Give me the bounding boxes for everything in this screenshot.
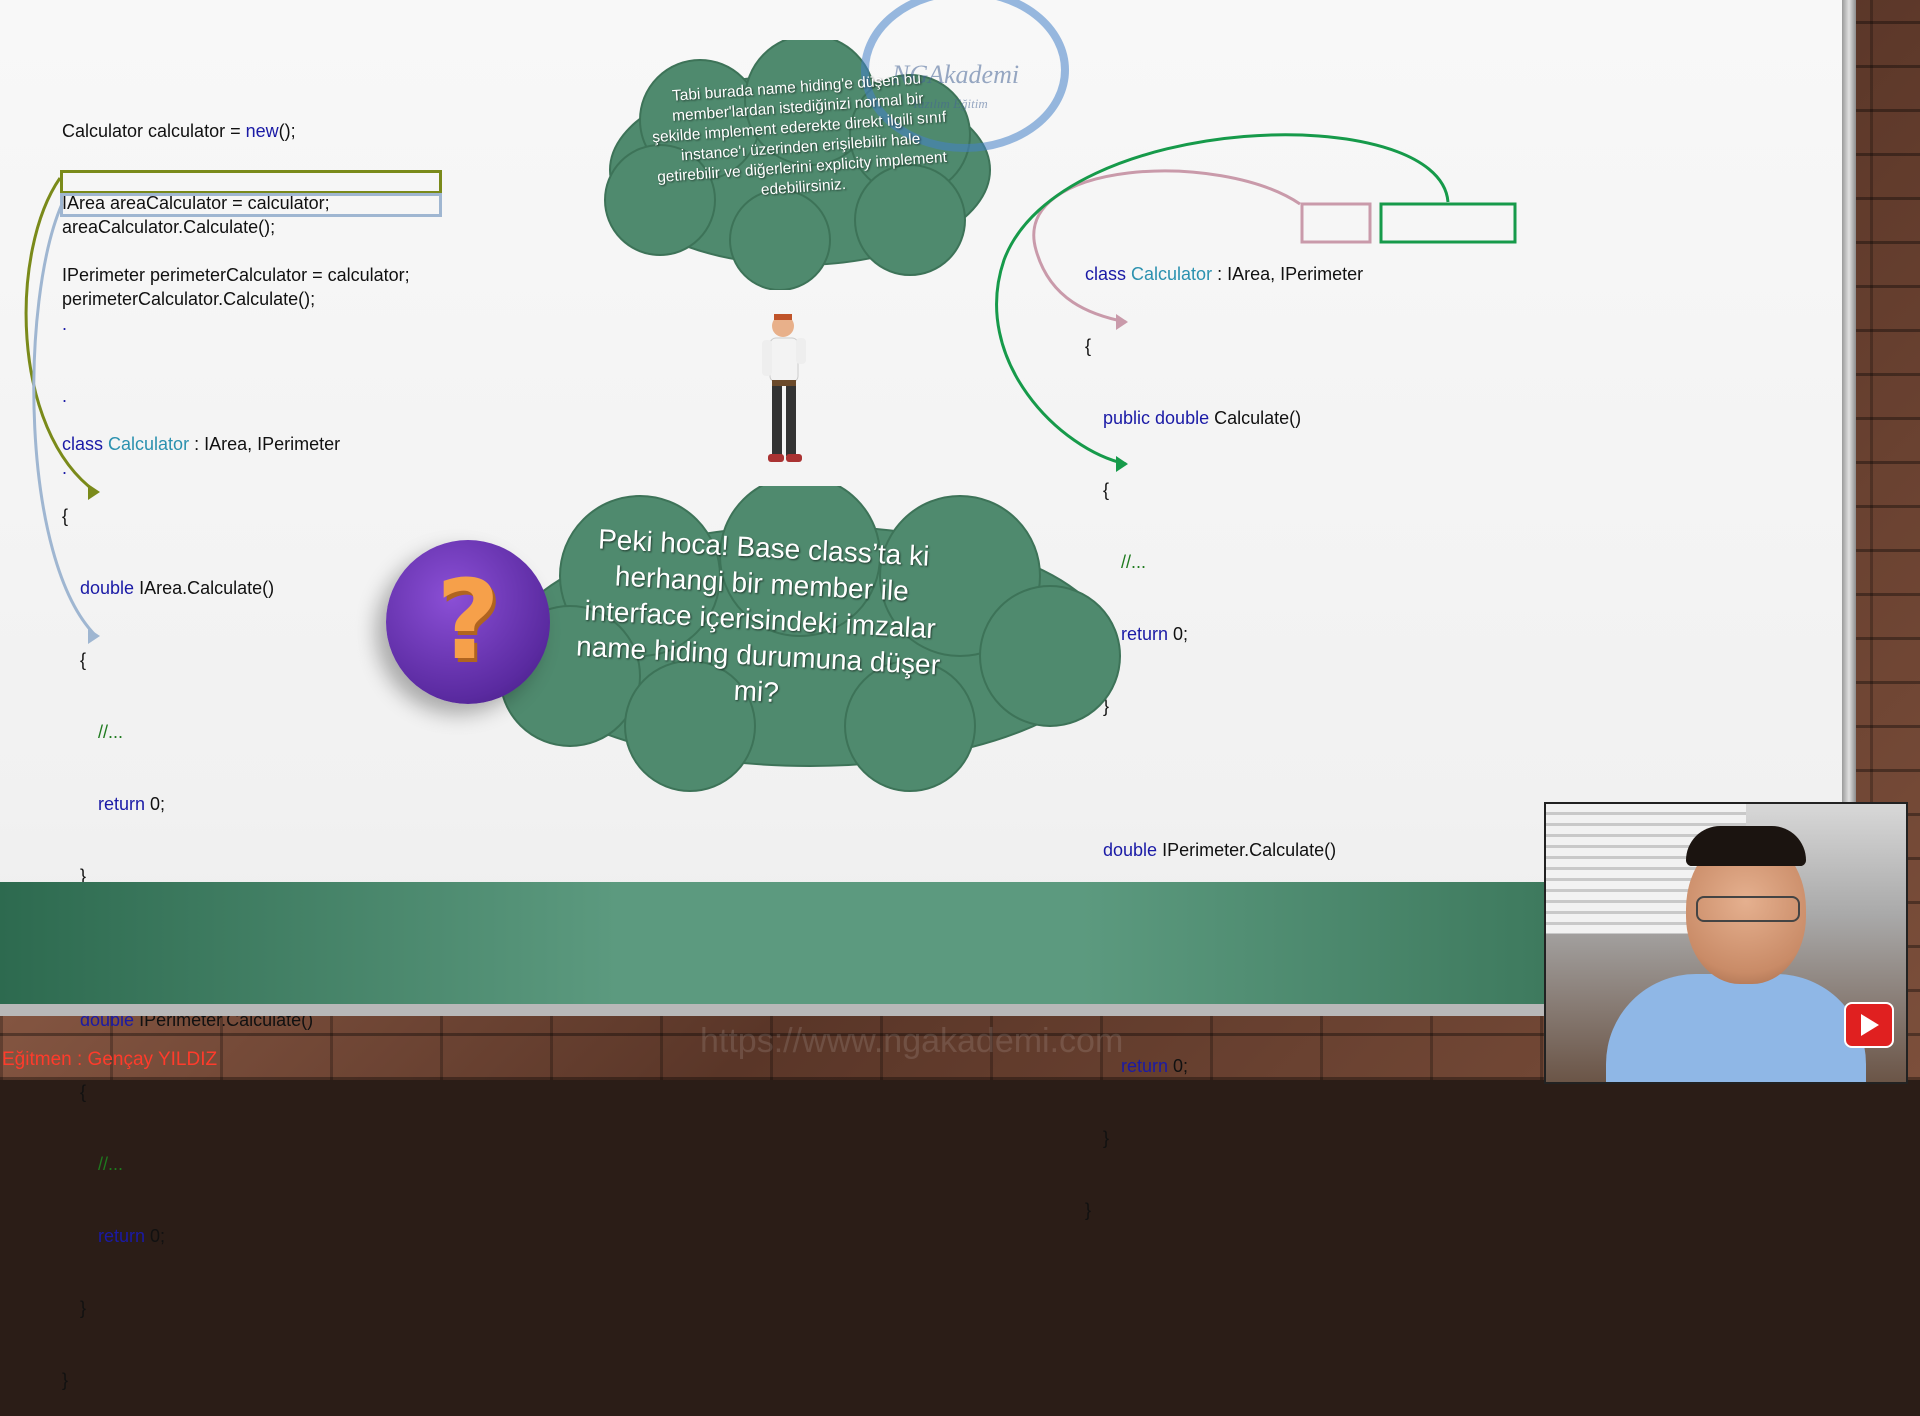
code-type: Calculator [1131, 264, 1213, 284]
bottom-cloud-text: Peki hoca! Base class’ta ki herhangi bir… [575, 523, 941, 709]
code-line: return 0; [62, 1224, 340, 1248]
code-line: { [62, 506, 69, 526]
code-line: class Calculator : IArea, IPerimeter [1085, 262, 1363, 286]
code-line: perimeterCalculator.Calculate(); [62, 289, 316, 309]
code-keyword: return [98, 1226, 146, 1246]
presenter-glasses [1696, 896, 1800, 922]
code-keyword: class [62, 434, 104, 454]
character-illustration [762, 314, 806, 462]
code-line: //... [98, 1154, 124, 1174]
code-line: double IPerimeter.Calculate() [1085, 838, 1363, 862]
question-ball: ? [386, 540, 550, 704]
code-line: areaCalculator.Calculate(); [62, 217, 276, 237]
code-line: { [80, 1082, 87, 1102]
code-text: 0; [1168, 624, 1189, 644]
code-line: public double Calculate() [1085, 406, 1363, 430]
presenter-shirt [1606, 974, 1866, 1082]
code-text: : IArea, IPerimeter [1212, 264, 1364, 284]
question-mark-icon: ? [436, 556, 500, 684]
code-line: Calculator calculator = new(); [62, 119, 410, 143]
dot: . [62, 314, 68, 334]
code-keyword: public double [1103, 408, 1210, 428]
code-line: return 0; [1085, 1054, 1363, 1078]
code-line: } [80, 1298, 87, 1318]
code-keyword: return [98, 794, 146, 814]
presenter-hair [1686, 826, 1806, 866]
code-keyword: double [80, 578, 135, 598]
code-text: 0; [1168, 1056, 1189, 1076]
code-text: IArea.Calculate() [134, 578, 275, 598]
grey-strip [0, 1004, 1544, 1016]
green-banner [0, 882, 1544, 1004]
code-keyword: return [1121, 1056, 1169, 1076]
code-text: Calculate() [1209, 408, 1302, 428]
code-keyword: class [1085, 264, 1127, 284]
code-text: (); [278, 121, 296, 141]
code-text: 0; [145, 794, 166, 814]
code-line: class Calculator : IArea, IPerimeter [62, 432, 340, 456]
code-line: double IArea.Calculate() [62, 576, 340, 600]
code-line: } [1103, 1128, 1110, 1148]
code-line: //... [98, 722, 124, 742]
code-line: } [1085, 1200, 1092, 1220]
code-line: return 0; [62, 792, 340, 816]
code-keyword: new [245, 121, 279, 141]
code-line: { [1085, 336, 1092, 356]
instructor-name: Eğitmen : Gençay YILDIZ [2, 1049, 218, 1070]
code-type: Calculator [108, 434, 190, 454]
top-cloud-text: Tabi burada name hiding'e düşen bu membe… [651, 70, 948, 199]
code-keyword: double [1103, 840, 1158, 860]
code-line: } [62, 1370, 69, 1390]
highlight-box-green [1379, 202, 1517, 244]
code-text: IPerimeter.Calculate() [1157, 840, 1337, 860]
code-calls: areaCalculator.Calculate(); perimeterCal… [62, 167, 315, 335]
youtube-icon[interactable] [1844, 1002, 1894, 1048]
code-text: Calculator calculator = [62, 121, 246, 141]
code-text: 0; [145, 1226, 166, 1246]
website-watermark: https://www.ngakademi.com [700, 1022, 1124, 1060]
code-text: : IArea, IPerimeter [189, 434, 341, 454]
code-line: { [80, 650, 87, 670]
